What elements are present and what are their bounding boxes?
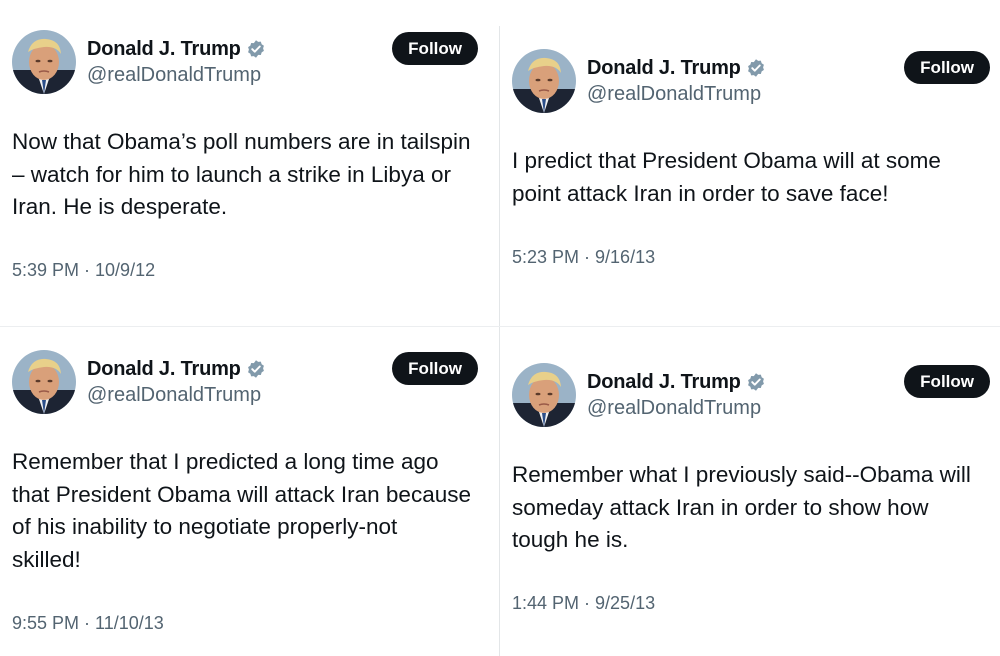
tweet-text: Remember that I predicted a long time ag… (12, 449, 471, 572)
follow-button[interactable]: Follow (904, 365, 990, 398)
follow-button[interactable]: Follow (392, 32, 478, 65)
avatar[interactable] (12, 350, 76, 414)
display-name[interactable]: Donald J. Trump (87, 358, 241, 381)
profile-photo-icon (512, 363, 576, 427)
avatar[interactable] (12, 30, 76, 94)
handle[interactable]: @realDonaldTrump (587, 397, 766, 420)
display-name[interactable]: Donald J. Trump (587, 57, 741, 80)
tweet-header: Donald J. Trump @realDonaldTrump Follow (512, 363, 990, 429)
tweet-card[interactable]: Donald J. Trump @realDonaldTrump Follow … (12, 350, 482, 650)
verified-badge-icon (747, 373, 764, 391)
verified-badge-icon (247, 360, 264, 378)
tweet-text: Remember what I previously said--Obama w… (512, 462, 971, 552)
tweet-card[interactable]: Donald J. Trump @realDonaldTrump Follow … (12, 30, 482, 320)
name-row: Donald J. Trump (587, 55, 766, 81)
tweet-header: Donald J. Trump @realDonaldTrump Follow (512, 49, 990, 115)
verified-badge-icon (247, 40, 264, 58)
handle[interactable]: @realDonaldTrump (87, 64, 266, 87)
name-row: Donald J. Trump (87, 36, 266, 62)
avatar[interactable] (512, 363, 576, 427)
avatar[interactable] (512, 49, 576, 113)
tweet-header: Donald J. Trump @realDonaldTrump Follow (12, 30, 482, 96)
name-row: Donald J. Trump (587, 369, 766, 395)
verified-badge-icon (747, 59, 764, 77)
author-block: Donald J. Trump @realDonaldTrump (587, 55, 766, 106)
handle[interactable]: @realDonaldTrump (87, 384, 266, 407)
profile-photo-icon (12, 30, 76, 94)
tweet-timestamp[interactable]: 5:39 PM · 10/9/12 (12, 260, 155, 281)
author-block: Donald J. Trump @realDonaldTrump (87, 36, 266, 87)
tweet-header: Donald J. Trump @realDonaldTrump Follow (12, 350, 482, 416)
author-block: Donald J. Trump @realDonaldTrump (87, 356, 266, 407)
follow-button[interactable]: Follow (904, 51, 990, 84)
display-name[interactable]: Donald J. Trump (87, 38, 241, 61)
tweet-timestamp[interactable]: 5:23 PM · 9/16/13 (512, 247, 655, 268)
tweet-text: Now that Obama’s poll numbers are in tai… (12, 129, 471, 219)
tweet-text: I predict that President Obama will at s… (512, 148, 941, 206)
author-block: Donald J. Trump @realDonaldTrump (587, 369, 766, 420)
column-divider (499, 26, 500, 656)
display-name[interactable]: Donald J. Trump (587, 371, 741, 394)
tweet-card[interactable]: Donald J. Trump @realDonaldTrump Follow … (512, 49, 990, 319)
follow-button[interactable]: Follow (392, 352, 478, 385)
row-divider (0, 326, 1000, 327)
tweet-card[interactable]: Donald J. Trump @realDonaldTrump Follow … (512, 363, 990, 653)
profile-photo-icon (512, 49, 576, 113)
name-row: Donald J. Trump (87, 356, 266, 382)
tweet-timestamp[interactable]: 9:55 PM · 11/10/13 (12, 613, 164, 634)
handle[interactable]: @realDonaldTrump (587, 83, 766, 106)
profile-photo-icon (12, 350, 76, 414)
tweet-timestamp[interactable]: 1:44 PM · 9/25/13 (512, 593, 655, 614)
